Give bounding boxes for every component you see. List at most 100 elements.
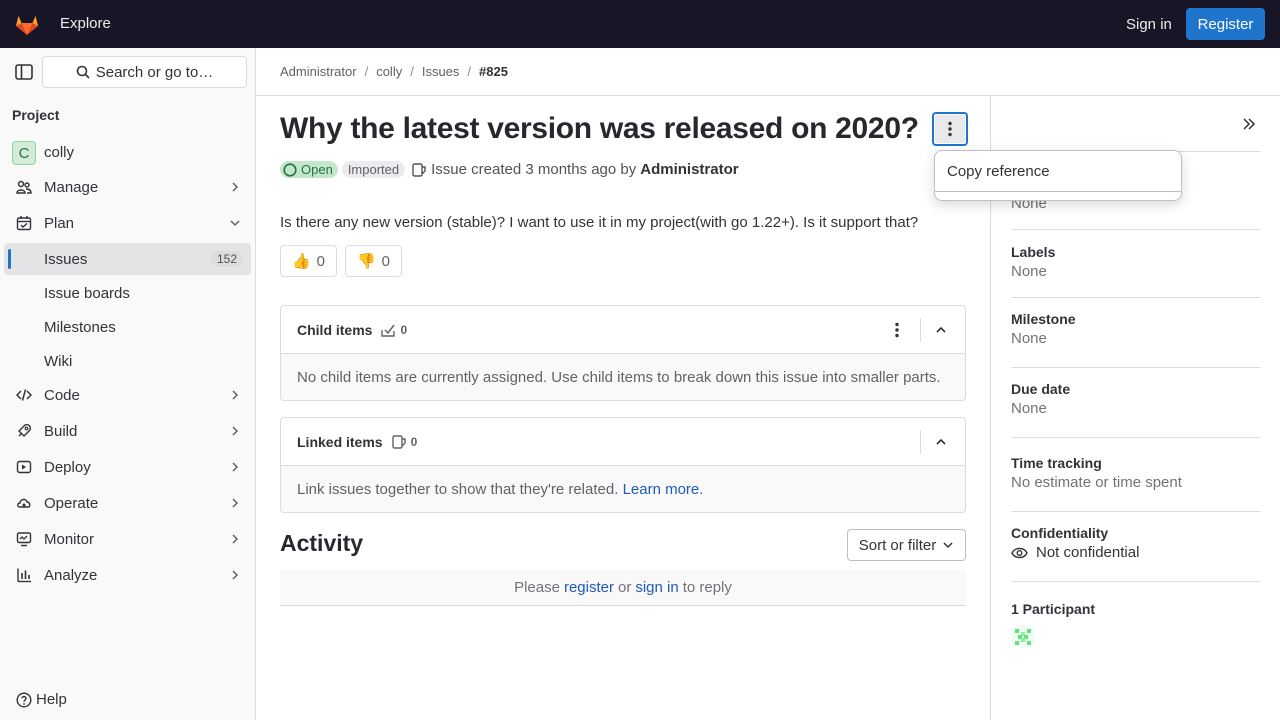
sidebar-item-label: Plan	[44, 214, 75, 232]
chart-icon	[17, 568, 31, 583]
child-items-title: Child items	[297, 321, 373, 338]
sidebar-toggle-icon[interactable]	[14, 63, 34, 81]
sidebar-item-label: Analyze	[44, 566, 98, 584]
child-items-menu-icon[interactable]	[895, 322, 899, 338]
dropdown-divider	[935, 191, 1181, 192]
register-link[interactable]: register	[564, 579, 614, 596]
breadcrumb-separator: /	[364, 64, 369, 79]
participant-avatar[interactable]	[1011, 625, 1035, 649]
sidebar-item-label: Monitor	[44, 530, 95, 548]
sidebar-item-label: Issues	[44, 250, 88, 268]
chevron-right-icon	[232, 462, 239, 472]
search-icon	[76, 65, 90, 79]
collapse-sidebar-icon[interactable]	[1241, 116, 1257, 132]
sidebar-item-milestones[interactable]: Milestones	[4, 311, 251, 343]
question-icon	[16, 691, 32, 708]
sidebar-item-analyze[interactable]: Analyze	[4, 559, 251, 591]
reply-prompt: Please register or sign in to reply	[280, 570, 966, 606]
issue-meta: Open Imported Issue created 3 months ago…	[280, 161, 739, 178]
issue-type-icon	[412, 162, 426, 177]
reply-to-reply: to reply	[682, 579, 732, 596]
activity-heading: Activity	[280, 530, 364, 556]
sign-in-link[interactable]: sign in	[635, 579, 678, 596]
sidebar-item-issue-boards[interactable]: Issue boards	[4, 277, 251, 309]
cloud-icon	[17, 498, 31, 508]
sidebar-item-wiki[interactable]: Wiki	[4, 345, 251, 377]
sidebar-item-operate[interactable]: Operate	[4, 487, 251, 519]
chevron-up-icon[interactable]	[935, 324, 947, 336]
child-items-count: 0	[380, 322, 407, 338]
due-date-block: Due date None	[1011, 381, 1261, 438]
sort-filter-dropdown[interactable]: Sort or filter	[847, 529, 966, 561]
child-items-empty: No child items are currently assigned. U…	[281, 354, 965, 400]
thumbs-down-button[interactable]: 👎 0	[345, 245, 402, 277]
help-button[interactable]: Help	[16, 691, 67, 708]
register-button[interactable]: Register	[1186, 8, 1265, 40]
milestone-value: None	[1011, 330, 1047, 347]
sidebar-item-code[interactable]: Code	[4, 379, 251, 411]
sidebar-item-project[interactable]: C colly	[4, 136, 251, 168]
linked-items-count-value: 0	[410, 434, 418, 449]
issue-title: Why the latest version was released on 2…	[280, 112, 919, 145]
issue-actions-button[interactable]	[932, 112, 968, 146]
breadcrumb-item[interactable]: Administrator	[280, 64, 357, 79]
labels-value: None	[1011, 263, 1047, 280]
status-badge: Open	[280, 161, 338, 178]
issue-open-icon	[283, 162, 297, 177]
participants-block: 1 Participant	[1011, 601, 1095, 617]
linked-items-title: Linked items	[297, 433, 383, 450]
thumbs-down-count: 0	[381, 252, 391, 270]
divider	[920, 318, 921, 342]
sidebar-item-label: Operate	[44, 494, 99, 512]
chevron-down-icon	[943, 542, 953, 549]
confidentiality-block: Confidentiality Not confidential	[1011, 525, 1261, 582]
thumbs-up-button[interactable]: 👍 0	[280, 245, 337, 277]
sidebar-item-plan[interactable]: Plan	[4, 207, 251, 239]
sidebar-item-label: Code	[44, 386, 80, 404]
eye-icon	[1011, 547, 1028, 558]
sidebar-item-build[interactable]: Build	[4, 415, 251, 447]
issue-description: Is there any new version (stable)? I wan…	[280, 214, 919, 231]
imported-badge: Imported	[341, 161, 406, 178]
sidebar-item-label: Issue boards	[44, 284, 130, 302]
author-link[interactable]: Administrator	[640, 161, 738, 178]
active-indicator	[8, 249, 11, 269]
created-text: Issue created 3 months ago by	[431, 161, 637, 178]
explore-link[interactable]: Explore	[60, 15, 111, 32]
thumbs-down-icon: 👎	[356, 253, 376, 270]
child-items-count-value: 0	[400, 322, 408, 337]
chevron-up-icon[interactable]	[935, 436, 947, 448]
learn-more-link[interactable]: Learn more	[623, 481, 700, 498]
project-avatar: C	[12, 141, 36, 165]
breadcrumb: Administrator / colly / Issues / #825	[280, 64, 508, 79]
breadcrumb-item[interactable]: Issues	[422, 64, 460, 79]
sidebar-item-deploy[interactable]: Deploy	[4, 451, 251, 483]
child-items-card: Child items 0 No child items are current…	[280, 305, 966, 401]
sidebar-item-manage[interactable]: Manage	[4, 171, 251, 203]
breadcrumb-current[interactable]: #825	[479, 64, 508, 79]
gitlab-logo-icon[interactable]	[14, 11, 40, 37]
confidentiality-label: Confidentiality	[1011, 525, 1109, 541]
confidentiality-value: Not confidential	[1011, 544, 1261, 561]
rocket-icon	[18, 424, 31, 437]
sort-filter-label: Sort or filter	[858, 536, 937, 554]
due-date-label: Due date	[1011, 381, 1071, 397]
breadcrumb-separator: /	[410, 64, 414, 79]
status-label: Open	[301, 162, 333, 177]
linked-items-count: 0	[391, 434, 418, 450]
chevron-right-icon	[232, 390, 239, 400]
labels-block: Labels None	[1011, 244, 1261, 298]
sign-in-link[interactable]: Sign in	[1126, 16, 1172, 33]
chevron-right-icon	[232, 570, 239, 580]
sidebar-item-label: Build	[44, 422, 78, 440]
sidebar-item-label: colly	[44, 143, 75, 161]
time-tracking-value: No estimate or time spent	[1011, 474, 1182, 491]
breadcrumb-bar: Administrator / colly / Issues / #825	[256, 48, 1280, 96]
search-button[interactable]: Search or go to…	[42, 56, 247, 88]
breadcrumb-item[interactable]: colly	[376, 64, 402, 79]
copy-reference-item[interactable]: Copy reference	[947, 163, 1050, 180]
monitor-icon	[16, 532, 32, 547]
sidebar-item-monitor[interactable]: Monitor	[4, 523, 251, 555]
top-bar: Explore Sign in Register	[0, 0, 1280, 48]
sidebar-item-issues[interactable]: Issues 152	[4, 243, 251, 275]
